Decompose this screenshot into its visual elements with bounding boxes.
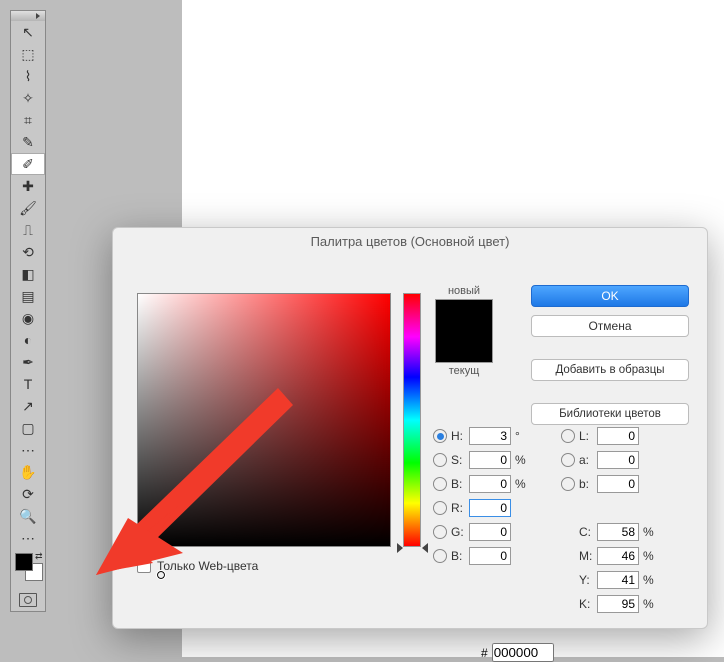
y-field[interactable]: [597, 571, 639, 589]
l-label: L:: [579, 429, 597, 443]
move-tool[interactable]: ↖: [11, 21, 45, 43]
bv-label: B:: [451, 477, 469, 491]
zoom-tool[interactable]: 🔍: [11, 505, 45, 527]
lb-radio[interactable]: [561, 477, 575, 491]
g-label: G:: [451, 525, 469, 539]
lb-field[interactable]: [597, 475, 639, 493]
hex-label: #: [481, 646, 488, 660]
bb-radio[interactable]: [433, 549, 447, 563]
color-libraries-button[interactable]: Библиотеки цветов: [531, 403, 689, 425]
ok-button[interactable]: OK: [531, 285, 689, 307]
stamp-tool[interactable]: ⎍: [11, 219, 45, 241]
s-field[interactable]: [469, 451, 511, 469]
c-label: C:: [579, 525, 597, 539]
r-label: R:: [451, 501, 469, 515]
hand-tool[interactable]: ✋: [11, 461, 45, 483]
edit-toolbar[interactable]: ⋯: [11, 527, 45, 549]
l-field[interactable]: [597, 427, 639, 445]
hex-field[interactable]: [492, 643, 554, 662]
web-only-checkbox[interactable]: [137, 559, 151, 573]
web-only-label: Только Web-цвета: [157, 559, 258, 573]
m-label: M:: [579, 549, 597, 563]
deg-unit: °: [515, 429, 529, 443]
s-radio[interactable]: [433, 453, 447, 467]
type-tool[interactable]: T: [11, 373, 45, 395]
color-preview: [435, 299, 493, 363]
hue-slider-thumb-right[interactable]: [422, 543, 428, 553]
k-field[interactable]: [597, 595, 639, 613]
tools-panel: ↖ ⬚ ⌇ ✧ ⌗ ✎ ✐ ✚ 🖌 ⎍ ⟲ ◧ ▤ ◉ ◐ ✒ T ↗ ▢ ⋯ …: [10, 10, 46, 612]
swap-colors-icon[interactable]: ⇄: [35, 551, 43, 562]
path-select-tool[interactable]: ↗: [11, 395, 45, 417]
dialog-title: Палитра цветов (Основной цвет): [113, 228, 707, 255]
color-picker-dialog: Палитра цветов (Основной цвет) новый тек…: [112, 227, 708, 629]
m-field[interactable]: [597, 547, 639, 565]
r-radio[interactable]: [433, 501, 447, 515]
eyedropper-tool[interactable]: ✐: [11, 153, 45, 175]
g-radio[interactable]: [433, 525, 447, 539]
brush-tool[interactable]: 🖌: [11, 197, 45, 219]
current-color-label: текущ: [433, 365, 495, 377]
new-color-swatch[interactable]: [436, 300, 492, 331]
bv-field[interactable]: [469, 475, 511, 493]
l-radio[interactable]: [561, 429, 575, 443]
pen-tool[interactable]: ✒: [11, 351, 45, 373]
a-label: a:: [579, 453, 597, 467]
bb-label: B:: [451, 549, 469, 563]
foreground-color-swatch[interactable]: [15, 553, 33, 571]
crop-tool[interactable]: ⌗: [11, 109, 45, 131]
quick-select-tool[interactable]: ✧: [11, 87, 45, 109]
blur-tool[interactable]: ◉: [11, 307, 45, 329]
lb-label: b:: [579, 477, 597, 491]
a-radio[interactable]: [561, 453, 575, 467]
quick-mask-icon[interactable]: [19, 593, 37, 607]
dodge-tool[interactable]: ◐: [11, 329, 45, 351]
eraser-tool[interactable]: ◧: [11, 263, 45, 285]
add-to-swatches-button[interactable]: Добавить в образцы: [531, 359, 689, 381]
tools-panel-grip[interactable]: [11, 11, 45, 21]
new-color-label: новый: [433, 285, 495, 297]
rotate-tool[interactable]: ⟳: [11, 483, 45, 505]
h-radio[interactable]: [433, 429, 447, 443]
color-field[interactable]: [137, 293, 391, 547]
g-field[interactable]: [469, 523, 511, 541]
bb-field[interactable]: [469, 547, 511, 565]
gradient-tool[interactable]: ▤: [11, 285, 45, 307]
history-brush-tool[interactable]: ⟲: [11, 241, 45, 263]
a-field[interactable]: [597, 451, 639, 469]
r-field[interactable]: [469, 499, 511, 517]
shape-tool[interactable]: ▢: [11, 417, 45, 439]
s-label: S:: [451, 453, 469, 467]
hue-slider-thumb-left[interactable]: [397, 543, 403, 553]
k-label: K:: [579, 597, 597, 611]
slice-tool[interactable]: ✎: [11, 131, 45, 153]
current-color-swatch[interactable]: [436, 331, 492, 362]
h-field[interactable]: [469, 427, 511, 445]
c-field[interactable]: [597, 523, 639, 541]
healing-tool[interactable]: ✚: [11, 175, 45, 197]
y-label: Y:: [579, 573, 597, 587]
lasso-tool[interactable]: ⌇: [11, 65, 45, 87]
cancel-button[interactable]: Отмена: [531, 315, 689, 337]
more-tool[interactable]: ⋯: [11, 439, 45, 461]
marquee-tool[interactable]: ⬚: [11, 43, 45, 65]
bv-radio[interactable]: [433, 477, 447, 491]
color-swatches: ⇄: [11, 549, 45, 589]
h-label: H:: [451, 429, 469, 443]
hue-slider[interactable]: [403, 293, 421, 547]
